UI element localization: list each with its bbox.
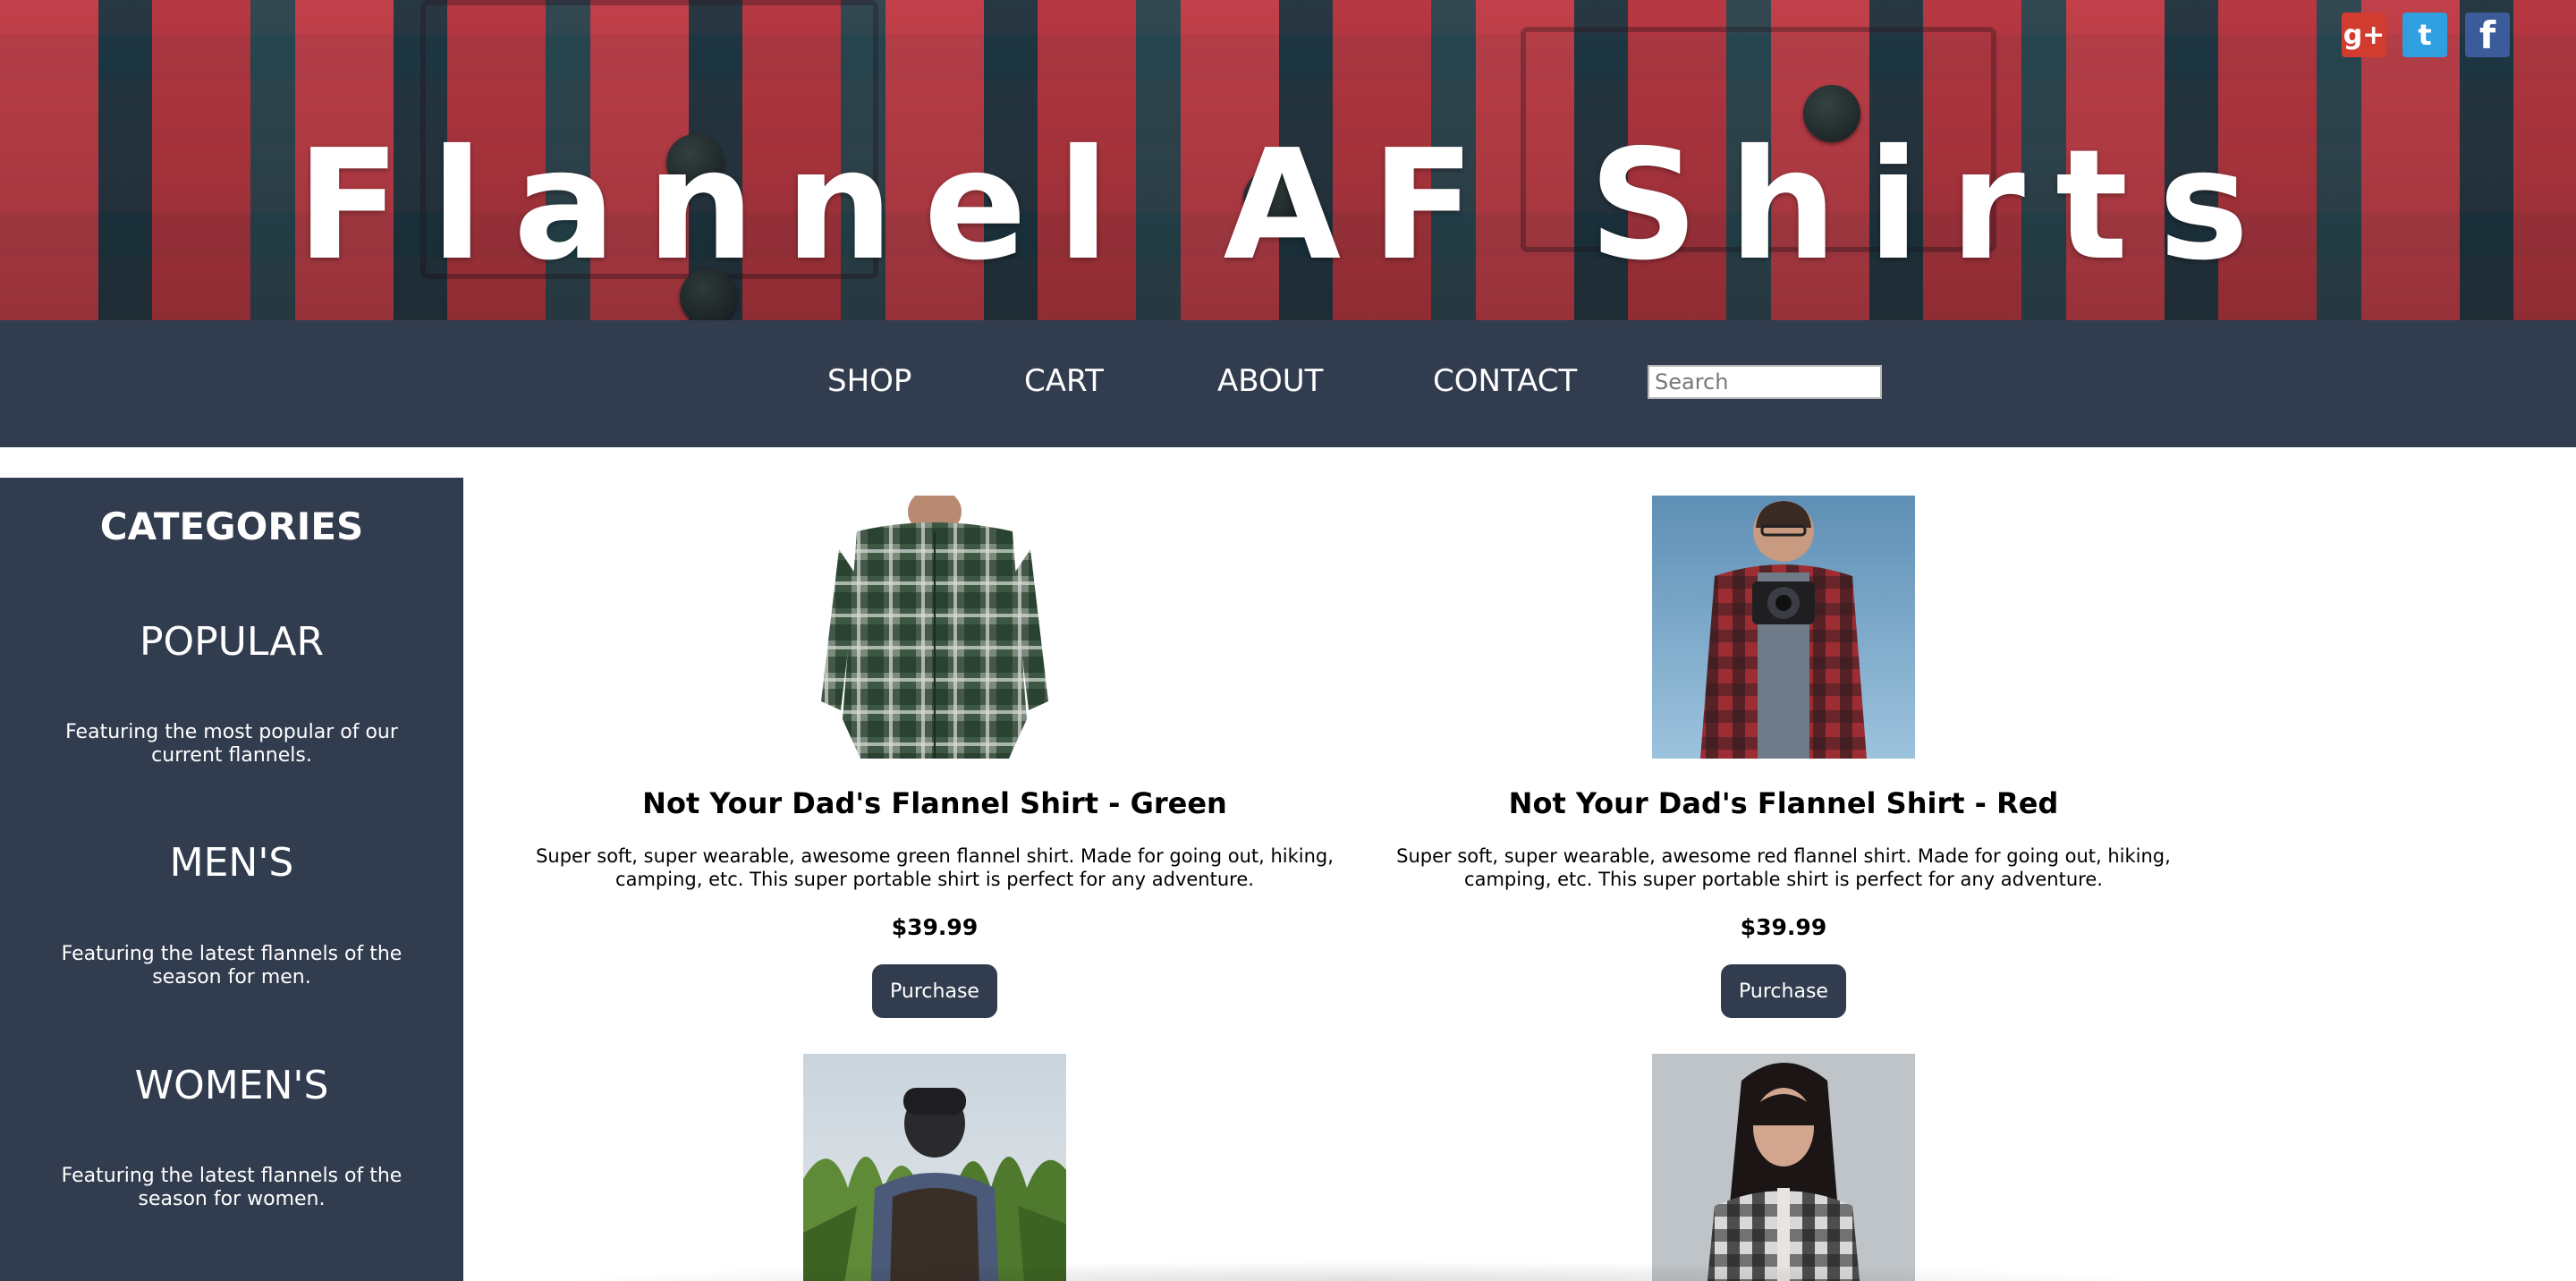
product-description: Super soft, super wearable, awesome red …	[1396, 845, 2171, 890]
category-womens-description: Featuring the latest flannels of the sea…	[61, 1165, 402, 1210]
product-image-green-flannel[interactable]	[803, 496, 1066, 759]
product-image-cornfield[interactable]	[803, 1054, 1066, 1281]
product-card: Not Your Dad's Flannel Shirt - Green Sup…	[514, 0, 1355, 1020]
google-plus-icon[interactable]: g+	[2342, 13, 2386, 57]
cornfield-backpack-photo	[803, 1054, 1066, 1281]
bottom-shadow	[555, 1261, 2165, 1281]
product-image-woman-flannel[interactable]	[1652, 1054, 1915, 1281]
categories-heading: CATEGORIES	[99, 505, 364, 548]
facebook-icon[interactable]: f	[2465, 13, 2510, 57]
category-popular-description: Featuring the most popular of our curren…	[65, 721, 398, 767]
twitter-icon[interactable]: t	[2402, 13, 2447, 57]
product-title[interactable]: Not Your Dad's Flannel Shirt - Red	[1363, 785, 2204, 821]
product-price: $39.99	[891, 914, 979, 940]
red-flannel-photo	[1652, 496, 1915, 759]
purchase-button[interactable]: Purchase	[1721, 964, 1846, 1018]
product-description: Super soft, super wearable, awesome gree…	[536, 845, 1334, 890]
category-popular[interactable]: POPULAR	[0, 619, 463, 665]
category-mens[interactable]: MEN'S	[0, 840, 463, 886]
product-price: $39.99	[1740, 914, 1827, 940]
product-image-red-flannel[interactable]	[1652, 496, 1915, 759]
product-title[interactable]: Not Your Dad's Flannel Shirt - Green	[514, 785, 1355, 821]
category-womens[interactable]: WOMEN'S	[0, 1063, 463, 1108]
categories-sidebar: CATEGORIES POPULAR Featuring the most po…	[0, 478, 463, 1281]
product-card: Not Your Dad's Flannel Shirt - Red Super…	[1363, 0, 2204, 1020]
purchase-button[interactable]: Purchase	[872, 964, 997, 1018]
woman-plaid-shirt-photo	[1652, 1054, 1915, 1281]
category-mens-description: Featuring the latest flannels of the sea…	[61, 943, 402, 988]
green-flannel-photo	[803, 496, 1066, 759]
